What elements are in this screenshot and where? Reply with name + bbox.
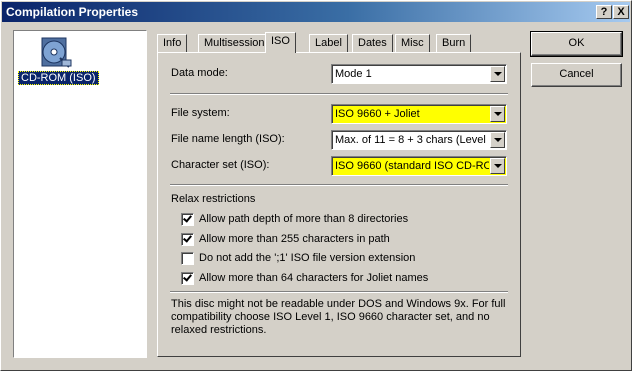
character-set-label: Character set (ISO): — [171, 159, 270, 171]
tab-label[interactable]: Label — [309, 34, 348, 52]
file-system-select[interactable]: ISO 9660 + Joliet — [331, 104, 507, 124]
file-system-value: ISO 9660 + Joliet — [335, 108, 420, 120]
character-set-select[interactable]: ISO 9660 (standard ISO CD-ROM) — [331, 156, 507, 176]
iso-tab-panel: Data mode: Mode 1 File system: ISO 9660 … — [157, 52, 521, 357]
compilation-tree[interactable]: CD-ROM (ISO) — [13, 30, 147, 358]
tab-multisession[interactable]: Multisession — [198, 34, 271, 52]
separator — [170, 184, 508, 186]
character-set-value: ISO 9660 (standard ISO CD-ROM) — [335, 160, 489, 172]
tab-dates[interactable]: Dates — [352, 34, 393, 52]
chevron-down-icon[interactable] — [490, 106, 505, 122]
ok-button[interactable]: OK — [530, 31, 623, 57]
chevron-down-icon[interactable] — [490, 66, 505, 82]
path-depth-label[interactable]: Allow path depth of more than 8 director… — [199, 213, 408, 225]
data-mode-label: Data mode: — [171, 67, 228, 79]
file-system-label: File system: — [171, 107, 230, 119]
separator — [170, 93, 508, 95]
cd-rom-disc-icon[interactable] — [38, 36, 74, 70]
file-name-length-label: File name length (ISO): — [171, 133, 285, 145]
path-length-checkbox[interactable] — [181, 233, 194, 246]
no-version-extension-label[interactable]: Do not add the ';1' ISO file version ext… — [199, 252, 415, 264]
help-button[interactable]: ? — [596, 5, 612, 19]
tab-misc[interactable]: Misc — [395, 34, 430, 52]
tree-item-cd-rom-iso[interactable]: CD-ROM (ISO) — [18, 71, 99, 85]
tab-info[interactable]: Info — [157, 34, 188, 52]
chevron-down-icon[interactable] — [490, 158, 505, 174]
tab-burn[interactable]: Burn — [436, 34, 472, 52]
path-depth-checkbox[interactable] — [181, 213, 194, 226]
chevron-down-icon[interactable] — [490, 132, 505, 148]
data-mode-value: Mode 1 — [335, 68, 372, 80]
file-name-length-select[interactable]: Max. of 11 = 8 + 3 chars (Level 1) — [331, 130, 507, 150]
compatibility-note: This disc might not be readable under DO… — [171, 298, 506, 336]
tab-iso[interactable]: ISO — [265, 32, 296, 53]
window-title: Compilation Properties — [6, 5, 139, 19]
relax-restrictions-heading: Relax restrictions — [171, 193, 256, 205]
no-version-extension-checkbox[interactable] — [181, 252, 194, 265]
compilation-properties-dialog: Compilation Properties ? X CD-ROM (ISO) … — [0, 0, 632, 371]
title-bar[interactable]: Compilation Properties ? X — [2, 2, 630, 22]
file-name-length-value: Max. of 11 = 8 + 3 chars (Level 1) — [335, 134, 489, 146]
path-length-label[interactable]: Allow more than 255 characters in path — [199, 233, 390, 245]
joliet-names-label[interactable]: Allow more than 64 characters for Joliet… — [199, 272, 428, 284]
cancel-button[interactable]: Cancel — [531, 63, 622, 87]
close-button[interactable]: X — [613, 5, 629, 19]
data-mode-select[interactable]: Mode 1 — [331, 64, 507, 84]
joliet-names-checkbox[interactable] — [181, 272, 194, 285]
separator — [170, 291, 508, 293]
